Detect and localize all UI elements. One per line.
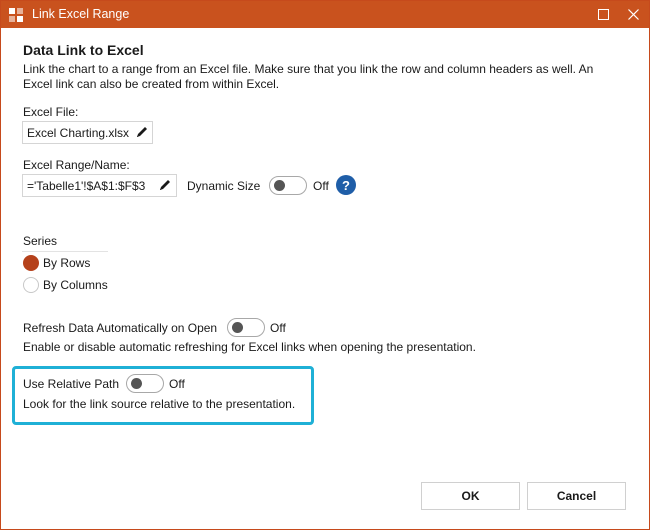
- pencil-icon[interactable]: [157, 177, 173, 193]
- excel-range-label: Excel Range/Name:: [23, 158, 130, 172]
- dynamic-size-label: Dynamic Size: [187, 179, 261, 193]
- by-rows-label[interactable]: By Rows: [43, 256, 90, 270]
- relative-path-highlight: [12, 366, 314, 425]
- link-excel-range-dialog: Link Excel Range Data Link to Excel Link…: [0, 0, 650, 530]
- dialog-description: Link the chart to a range from an Excel …: [23, 62, 594, 91]
- close-button[interactable]: [618, 1, 648, 28]
- excel-file-label: Excel File:: [23, 105, 79, 119]
- by-columns-label[interactable]: By Columns: [43, 278, 108, 292]
- question-mark-icon: ?: [342, 177, 350, 193]
- refresh-label: Refresh Data Automatically on Open: [23, 321, 218, 335]
- pencil-icon[interactable]: [134, 124, 150, 140]
- excel-file-field[interactable]: Excel Charting.xlsx: [22, 121, 153, 144]
- ok-button[interactable]: OK: [421, 482, 520, 510]
- toggle-knob: [274, 180, 285, 191]
- by-columns-radio[interactable]: [23, 277, 39, 293]
- series-divider: [22, 251, 108, 252]
- relative-path-description: Look for the link source relative to the…: [23, 397, 296, 411]
- title-bar: Link Excel Range: [1, 1, 649, 28]
- refresh-description: Enable or disable automatic refreshing f…: [23, 340, 476, 354]
- excel-range-field[interactable]: ='Tabelle1'!$A$1:$F$3: [22, 174, 177, 197]
- window-title: Link Excel Range: [32, 7, 130, 21]
- by-rows-radio[interactable]: [23, 255, 39, 271]
- refresh-toggle[interactable]: [227, 318, 265, 337]
- excel-file-value: Excel Charting.xlsx: [27, 126, 130, 140]
- dynamic-size-toggle[interactable]: [269, 176, 307, 195]
- relative-path-label: Use Relative Path: [23, 377, 120, 391]
- cancel-button[interactable]: Cancel: [527, 482, 626, 510]
- refresh-state: Off: [270, 321, 286, 335]
- maximize-button[interactable]: [588, 1, 618, 28]
- maximize-icon: [597, 9, 609, 20]
- toggle-knob: [232, 322, 243, 333]
- excel-range-value: ='Tabelle1'!$A$1:$F$3: [27, 179, 146, 193]
- series-label: Series: [23, 234, 58, 248]
- dynamic-size-state: Off: [313, 179, 329, 193]
- help-button[interactable]: ?: [336, 175, 356, 195]
- app-logo-icon: [9, 8, 23, 22]
- dialog-heading: Data Link to Excel: [23, 42, 144, 58]
- relative-path-state: Off: [169, 377, 185, 391]
- close-icon: [627, 9, 639, 20]
- relative-path-toggle[interactable]: [126, 374, 164, 393]
- toggle-knob: [131, 378, 142, 389]
